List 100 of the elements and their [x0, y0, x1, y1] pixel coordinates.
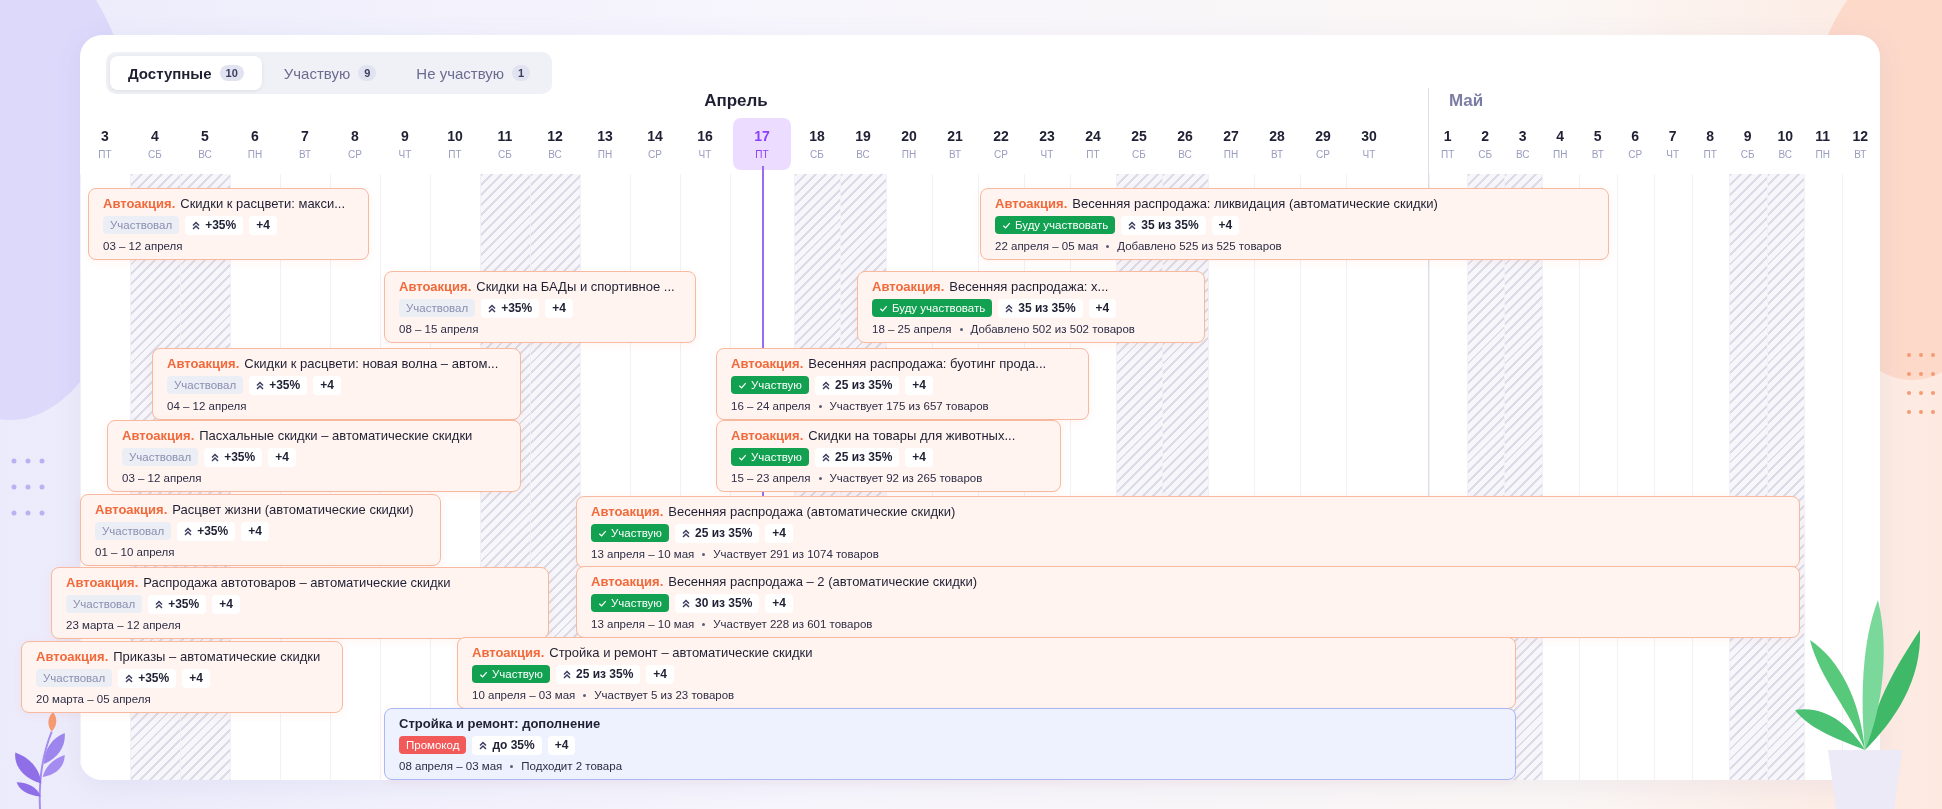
promotion-card[interactable]: Автоакция. Приказы – автоматические скидки Участвовал +35% +4 20 марта – 05 апреля — [21, 641, 343, 713]
discount-chip: 30 из 35% — [674, 593, 760, 613]
weekday-label: ВС — [1178, 149, 1192, 160]
status-badge: Буду участвовать — [995, 216, 1116, 234]
filter-tab[interactable]: Не участвую 1 — [398, 56, 549, 90]
weekday-label: СБ — [498, 149, 512, 160]
day-number: 3 — [101, 128, 109, 144]
product-count: Участвует 5 из 23 товаров — [594, 689, 735, 701]
discount-chip: +35% — [118, 668, 177, 688]
weekday-label: ЧТ — [1666, 149, 1680, 160]
weekday-label: ЧТ — [698, 149, 712, 160]
check-icon — [598, 598, 607, 608]
status-badge: Участвовал — [399, 299, 476, 317]
date-range: 04 – 12 апреля — [167, 400, 247, 412]
day-number: 8 — [351, 128, 359, 144]
double-chevron-up-icon — [821, 380, 830, 390]
promotion-card[interactable]: Стройка и ремонт: дополнение Промокод до 35% +4 08 апреля – 03 мая Подходит 2 товара — [384, 708, 1516, 780]
date-range: 13 апреля – 10 мая — [591, 618, 695, 630]
double-chevron-up-icon — [479, 740, 488, 750]
weekday-label: ПТ — [98, 149, 112, 160]
separator-dot — [702, 622, 706, 626]
day-number: 14 — [647, 128, 663, 144]
separator-dot — [702, 552, 706, 556]
weekday-label: СР — [1628, 149, 1643, 160]
filter-tab[interactable]: Участвую 9 — [265, 56, 395, 90]
status-badge: Буду участвовать — [872, 299, 993, 317]
promotion-title: Скидки к расцвети: новая волна – автом... — [244, 355, 499, 371]
weekday-label: СР — [1316, 149, 1330, 160]
double-chevron-up-icon — [125, 673, 134, 683]
weekday-label: ПН — [1815, 149, 1830, 160]
weekday-label: ВС — [548, 149, 562, 160]
promotion-card[interactable]: Автоакция. Пасхальные скидки – автоматические скидки Участвовал +35% +4 03 – 12 апреля — [107, 420, 521, 492]
discount-chip: 25 из 35% — [555, 664, 641, 684]
discount-chip: 25 из 35% — [814, 375, 900, 395]
date-range: 15 – 23 апреля — [731, 472, 811, 484]
day-number: 19 — [855, 128, 871, 144]
month-label: Май — [1449, 91, 1484, 111]
promotion-card[interactable]: Автоакция. Весенняя распродажа: х... Буду участвовать 35 из 35% +4 18 – 25 апреля Добавлено 502 из 502 товаров — [857, 271, 1205, 343]
promotion-type: Автоакция. — [66, 574, 139, 590]
day-number: 11 — [1815, 128, 1831, 144]
date-range: 16 – 24 апреля — [731, 400, 811, 412]
day-number: 11 — [497, 128, 513, 144]
day-number: 2 — [1481, 128, 1490, 144]
weekday-label: СБ — [1478, 149, 1493, 160]
day-number: 18 — [809, 128, 825, 144]
promotion-type: Автоакция. — [995, 195, 1068, 211]
discount-chip: 35 из 35% — [998, 298, 1083, 318]
check-icon — [479, 669, 488, 679]
weekday-label: ВС — [1778, 149, 1793, 160]
more-chip: +4 — [182, 668, 210, 688]
discount-chip: +35% — [481, 298, 540, 318]
day-number: 30 — [1361, 128, 1377, 144]
promotion-card[interactable]: Автоакция. Весенняя распродажа: буотинг прода... Участвую 25 из 35% +4 16 – 24 апреля Участвует 175 из 657 товаров — [716, 348, 1089, 420]
promotion-title: Скидки на БАДы и спортивное ... — [476, 278, 675, 294]
promotion-card[interactable]: Автоакция. Скидки на товары для животных... Участвую 25 из 35% +4 15 – 23 апреля Участвует 92 из 265 товаров — [716, 420, 1061, 492]
day-number: 26 — [1177, 128, 1193, 144]
status-badge: Участвую — [591, 594, 669, 612]
weekday-label: ЧТ — [398, 149, 412, 160]
discount-chip: 25 из 35% — [674, 523, 760, 543]
separator-dot — [583, 693, 587, 697]
promotion-title: Стройка и ремонт: дополнение — [399, 715, 601, 731]
promotion-card[interactable]: Автоакция. Весенняя распродажа (автоматические скидки) Участвую 25 из 35% +4 13 апреля – 10 мая Участвует 291 из 1074 товаров — [576, 496, 1800, 568]
promotion-card[interactable]: Автоакция. Распродажа автотоваров – автоматические скидки Участвовал +35% +4 23 марта – 12 апреля — [51, 567, 549, 639]
weekday-label: ПТ — [1086, 149, 1100, 160]
weekday-label: ВТ — [1854, 149, 1867, 160]
promotion-card[interactable]: Автоакция. Скидки к расцвети: новая волна – автом... Участвовал +35% +4 04 – 12 апреля — [152, 348, 521, 420]
status-badge: Участвовал — [95, 522, 172, 540]
weekday-label: ВТ — [1591, 149, 1604, 160]
promotion-type: Автоакция. — [36, 648, 109, 664]
day-number: 22 — [993, 128, 1009, 144]
more-chip: +4 — [212, 594, 240, 614]
check-icon — [598, 528, 607, 538]
promotion-card[interactable]: Автоакция. Скидки на БАДы и спортивное ... Участвовал +35% +4 08 – 15 апреля — [384, 271, 696, 343]
promotion-card[interactable]: Автоакция. Стройка и ремонт – автоматические скидки Участвую 25 из 35% +4 10 апреля – 03 мая Участвует 5 из 23 товаров — [457, 637, 1516, 709]
weekday-label: ЧТ — [1362, 149, 1376, 160]
more-chip: +4 — [765, 593, 793, 613]
day-number: 17 — [754, 128, 770, 144]
promotion-card[interactable]: Автоакция. Скидки к расцвети: макси... Участвовал +35% +4 03 – 12 апреля — [88, 188, 369, 260]
discount-chip: +35% — [148, 594, 207, 614]
promotion-card[interactable]: Автоакция. Расцвет жизни (автоматические скидки) Участвовал +35% +4 01 – 10 апреля — [80, 494, 441, 566]
promotion-card[interactable]: Автоакция. Весенняя распродажа – 2 (автоматические скидки) Участвую 30 из 35% +4 13 апреля – 10 мая Участвует 228 из 601 товаров — [576, 566, 1800, 638]
promotion-type: Автоакция. — [167, 355, 240, 371]
weekday-label: ВС — [1515, 149, 1530, 160]
date-range: 01 – 10 апреля — [95, 546, 175, 558]
date-range: 13 апреля – 10 мая — [591, 548, 695, 560]
double-chevron-up-icon — [155, 599, 164, 609]
discount-chip: +35% — [204, 447, 263, 467]
day-number: 24 — [1085, 128, 1101, 144]
promotion-title: Пасхальные скидки – автоматические скидки — [199, 427, 473, 443]
filter-tab[interactable]: Доступные 10 — [110, 56, 262, 90]
promotion-card[interactable]: Автоакция. Весенняя распродажа: ликвидация (автоматические скидки) Буду участвовать 35 из 35% +4 22 апреля – 05 мая Добавлено 525 из 525 товаров — [980, 188, 1609, 260]
promotion-type: Автоакция. — [103, 195, 176, 211]
day-number: 8 — [1706, 128, 1715, 144]
weekday-label: ВТ — [1270, 149, 1284, 160]
double-chevron-up-icon — [256, 380, 265, 390]
more-chip: +4 — [545, 298, 573, 318]
double-chevron-up-icon — [488, 303, 497, 313]
date-range: 18 – 25 апреля — [872, 323, 952, 335]
more-chip: +4 — [646, 664, 674, 684]
weekday-label: ПН — [247, 149, 263, 160]
